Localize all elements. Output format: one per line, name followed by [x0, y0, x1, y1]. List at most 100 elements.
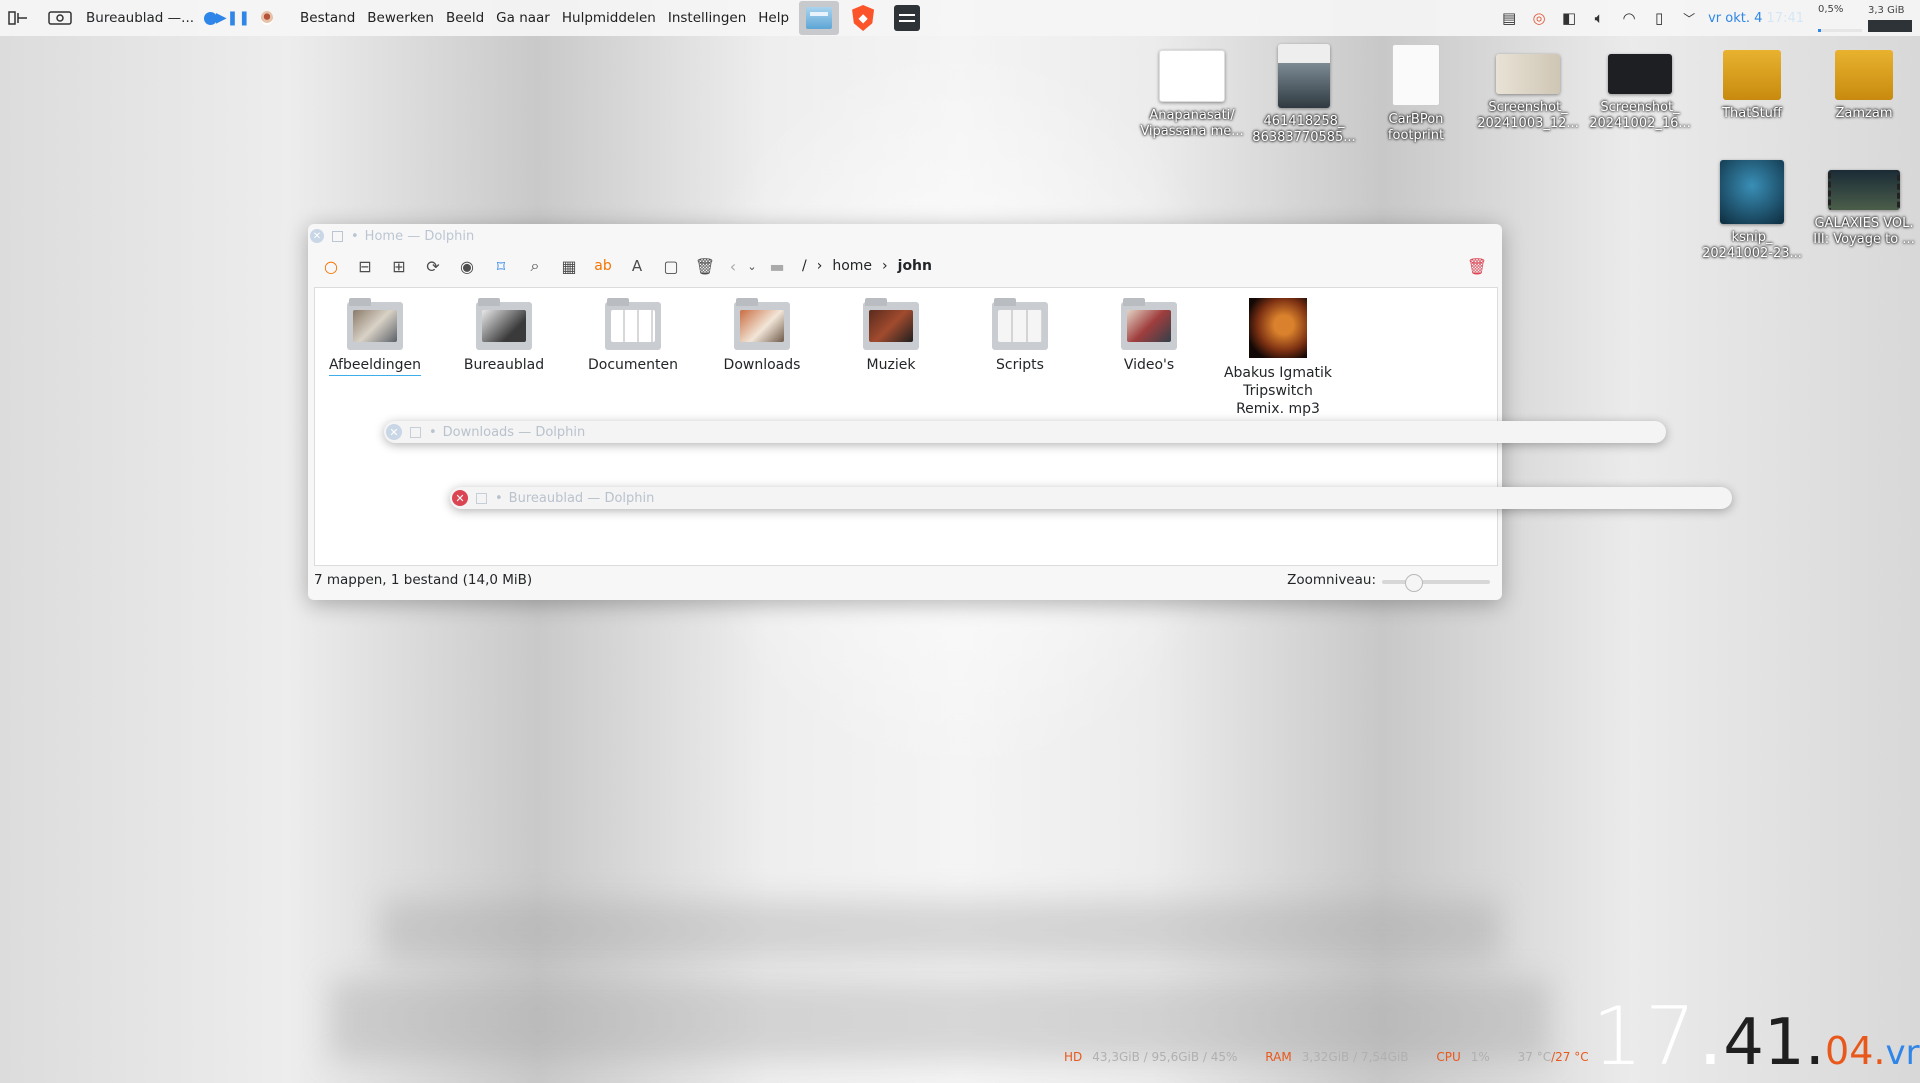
- hd-value: 43,3GiB / 95,6GiB / 45%: [1092, 1050, 1238, 1064]
- menu-ga-naar[interactable]: Ga naar: [490, 10, 556, 26]
- folder-icon: [734, 298, 790, 350]
- task-settings-button[interactable]: [887, 1, 927, 35]
- breadcrumb-john[interactable]: john: [890, 258, 940, 274]
- status-bar: 7 mappen, 1 bestand (14,0 MiB) Zoomnivea…: [314, 572, 1496, 592]
- desktop-icon-anapanasati[interactable]: Anapanasati/ Vipassana me...: [1140, 50, 1244, 140]
- menu-bewerken[interactable]: Bewerken: [361, 10, 440, 26]
- maximize-button[interactable]: [476, 492, 487, 504]
- menu-instellingen[interactable]: Instellingen: [662, 10, 752, 26]
- folder-icon: [1835, 50, 1893, 100]
- folder-videos[interactable]: Video's: [1089, 298, 1209, 374]
- cpu-mini-graph[interactable]: 0,5%: [1818, 4, 1862, 32]
- folder-bureaublad[interactable]: Bureaublad: [444, 298, 564, 374]
- chevron-down-icon[interactable]: ⌄: [744, 251, 760, 281]
- brave-icon: ◆: [852, 5, 875, 31]
- clock-day: vr: [1885, 1033, 1920, 1073]
- folder-icon: [1121, 298, 1177, 350]
- play-pause-icon[interactable]: ▶❚❚: [216, 4, 250, 32]
- empty-trash-icon[interactable]: 🗑︎: [1460, 251, 1494, 281]
- menu-hulpmiddelen[interactable]: Hulpmiddelen: [556, 10, 662, 26]
- window-title: Bureaublad — Dolphin: [508, 490, 655, 506]
- close-button[interactable]: ✕: [386, 424, 402, 440]
- close-button[interactable]: ✕: [310, 229, 324, 243]
- font-icon[interactable]: A: [620, 251, 654, 281]
- desktop-icon-zamzam[interactable]: Zamzam: [1812, 50, 1916, 122]
- zoom-slider-handle[interactable]: [1405, 574, 1423, 592]
- menu-help[interactable]: Help: [752, 10, 795, 26]
- breadcrumb-separator-icon: ›: [816, 258, 823, 274]
- shaded-window-bureaublad[interactable]: ✕ • Bureaublad — Dolphin: [450, 487, 1732, 509]
- screenshot-icon[interactable]: [46, 4, 74, 32]
- cpu-mini-label: 0,5%: [1818, 4, 1844, 15]
- menu-bestand[interactable]: Bestand: [294, 10, 361, 26]
- back-icon[interactable]: ‹: [722, 251, 744, 281]
- maximize-button[interactable]: [332, 230, 343, 242]
- shaded-window-downloads[interactable]: ✕ • Downloads — Dolphin: [384, 421, 1666, 443]
- bookmark-icon[interactable]: ⌑: [484, 251, 518, 281]
- desktop-icon-carbpon[interactable]: CarBPon footprint: [1364, 44, 1468, 144]
- toolbar: ○ ⊟ ⊞ ⟳ ◉ ⌑ ⌕ ▦ ab A ▢ 🗑︎ ‹ ⌄ ▬ / › home…: [308, 248, 1502, 284]
- file-abakus-mp3[interactable]: Abakus Igmatik Tripswitch Remix. mp3: [1218, 298, 1338, 418]
- menu-beeld[interactable]: Beeld: [440, 10, 490, 26]
- refresh-icon[interactable]: ⟳: [416, 251, 450, 281]
- folder-muziek[interactable]: Muziek: [831, 298, 951, 374]
- folder-scripts[interactable]: Scripts: [960, 298, 1080, 374]
- image-thumbnail: [1496, 54, 1560, 94]
- image-thumbnail: [1720, 160, 1784, 224]
- folder-location-icon[interactable]: ▬: [760, 251, 794, 281]
- desktop-icon-461418258[interactable]: 461418258_ 86383770585...: [1252, 44, 1356, 146]
- temp-value-secondary: /27 °C: [1551, 1050, 1589, 1064]
- desktop-clock-widget: 17.41.04.vr: [1592, 990, 1920, 1083]
- global-menu: Bestand Bewerken Beeld Ga naar Hulpmidde…: [294, 10, 795, 26]
- panel-date[interactable]: vr okt. 4 17:41: [1708, 11, 1804, 26]
- breadcrumb-root[interactable]: /: [794, 258, 815, 274]
- ram-mini-label: 3,3 GiB: [1868, 4, 1905, 16]
- image-thumbnail: [1608, 54, 1672, 94]
- folder-downloads[interactable]: Downloads: [702, 298, 822, 374]
- zoom-slider[interactable]: [1382, 574, 1490, 592]
- folder-afbeeldingen[interactable]: Afbeeldingen: [315, 298, 435, 376]
- active-window-title[interactable]: Bureaublad —...: [86, 10, 200, 26]
- status-text: 7 mappen, 1 bestand (14,0 MiB): [314, 572, 533, 588]
- cpu-label: CPU: [1436, 1050, 1461, 1064]
- close-button[interactable]: ✕: [452, 490, 468, 506]
- clipboard-icon[interactable]: ◧: [1554, 4, 1584, 32]
- view-mode-icon[interactable]: ▦: [552, 251, 586, 281]
- split-view-icon[interactable]: ⊟: [348, 251, 382, 281]
- cpu-value: 1%: [1470, 1050, 1490, 1064]
- notes-icon[interactable]: ▤: [1494, 4, 1524, 32]
- task-brave-button[interactable]: ◆: [843, 1, 883, 35]
- folder-documenten[interactable]: Documenten: [573, 298, 693, 374]
- chevron-down-icon[interactable]: ﹀: [1674, 4, 1704, 32]
- network-icon[interactable]: ◠: [1614, 4, 1644, 32]
- preview-eye-icon[interactable]: ◉: [450, 251, 484, 281]
- record-circle-icon[interactable]: ○: [314, 251, 348, 281]
- clock-seconds: 04: [1825, 1029, 1874, 1073]
- image-thumbnail: [1278, 44, 1330, 108]
- ram-mini-graph[interactable]: 3,3 GiB: [1868, 5, 1912, 32]
- battery-icon[interactable]: ▯: [1644, 4, 1674, 32]
- desktop-icon-galaxies[interactable]: GALAXIES VOL. III: Voyage to ...: [1812, 170, 1916, 248]
- zoom-label: Zoomniveau:: [1287, 572, 1376, 588]
- window-titlebar[interactable]: ✕ • Home — Dolphin: [308, 224, 1502, 248]
- trash-icon[interactable]: 🗑︎: [688, 251, 722, 281]
- task-dolphin-button[interactable]: [799, 1, 840, 35]
- desktop-icon-screenshot-1[interactable]: Screenshot_ 20241003_12...: [1476, 54, 1580, 132]
- search-icon[interactable]: ⌕: [518, 251, 552, 281]
- breadcrumb-home[interactable]: home: [824, 258, 880, 274]
- folder-icon: [605, 298, 661, 350]
- rename-icon[interactable]: ab: [586, 251, 620, 281]
- video-thumbnail: [1828, 170, 1900, 210]
- maximize-button[interactable]: [410, 426, 421, 438]
- desktop-icon-thatstuff[interactable]: ThatStuff: [1700, 50, 1804, 122]
- avatar-icon[interactable]: [254, 4, 280, 32]
- desktop-icon-screenshot-2[interactable]: Screenshot_ 20241002_16...: [1588, 54, 1692, 132]
- system-monitor-widget: HD 43,3GiB / 95,6GiB / 45% RAM 3,32GiB / 7…: [1064, 1050, 1589, 1064]
- screen-capture-icon[interactable]: ◎: [1524, 4, 1554, 32]
- new-file-icon[interactable]: ▢: [654, 251, 688, 281]
- folder-icon: [992, 298, 1048, 350]
- panels-icon[interactable]: ⊞: [382, 251, 416, 281]
- volume-icon[interactable]: 🔈︎: [1584, 4, 1614, 32]
- layout-toggle-icon[interactable]: [4, 4, 32, 32]
- desktop-icon-ksnip[interactable]: ksnip_ 20241002-23...: [1700, 160, 1804, 262]
